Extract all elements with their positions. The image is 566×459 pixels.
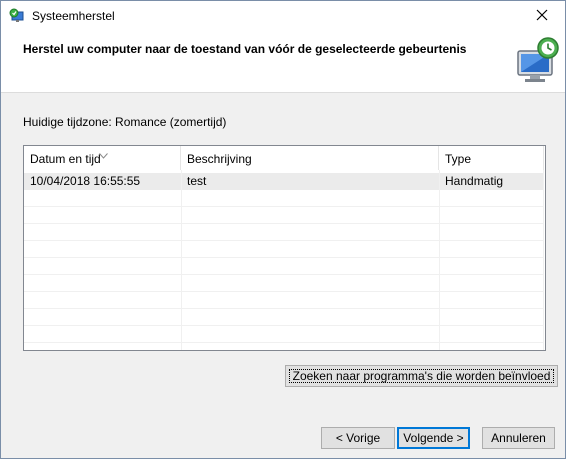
cell-date: 10/04/2018 16:55:55	[30, 174, 141, 188]
window-title: Systeemherstel	[32, 9, 115, 23]
cancel-button[interactable]: Annuleren	[482, 427, 555, 449]
empty-row	[24, 190, 544, 207]
column-divider	[181, 170, 182, 350]
column-divider	[439, 170, 440, 350]
cell-description: test	[187, 174, 207, 188]
empty-row	[24, 309, 544, 326]
system-restore-window: Systeemherstel Herstel uw computer naar …	[0, 0, 566, 459]
column-divider	[543, 170, 544, 350]
empty-row	[24, 326, 544, 343]
system-restore-monitor-icon	[512, 37, 562, 85]
page-title: Herstel uw computer naar de toestand van…	[23, 42, 467, 56]
column-header-label: Datum en tijd	[30, 152, 101, 166]
back-button[interactable]: < Vorige	[321, 427, 395, 449]
table-header: Datum en tijd Beschrijving Type	[24, 146, 545, 170]
empty-row	[24, 292, 544, 309]
wizard-header: Herstel uw computer naar de toestand van…	[1, 31, 565, 93]
empty-row	[24, 258, 544, 275]
cell-type: Handmatig	[445, 174, 504, 188]
close-icon	[536, 9, 548, 24]
column-header-description[interactable]: Beschrijving	[181, 146, 439, 170]
restore-points-table[interactable]: Datum en tijd Beschrijving Type 10/04/20…	[23, 145, 546, 351]
timezone-label: Huidige tijdzone: Romance (zomertijd)	[23, 115, 227, 129]
close-button[interactable]	[519, 1, 565, 31]
empty-row	[24, 275, 544, 292]
next-button[interactable]: Volgende >	[397, 427, 470, 449]
title-bar[interactable]: Systeemherstel	[1, 1, 565, 31]
table-row[interactable]: 10/04/2018 16:55:55 test Handmatig	[24, 173, 544, 190]
empty-row	[24, 241, 544, 258]
scan-affected-programs-button[interactable]: Zoeken naar programma's die worden beïnv…	[285, 365, 558, 387]
column-header-label: Type	[445, 152, 472, 166]
column-header-type[interactable]: Type	[439, 146, 544, 170]
system-restore-icon	[9, 8, 25, 24]
sort-arrow-icon	[99, 146, 108, 159]
column-header-label: Beschrijving	[187, 152, 252, 166]
empty-row	[24, 207, 544, 224]
column-header-date[interactable]: Datum en tijd	[24, 146, 181, 170]
empty-row	[24, 224, 544, 241]
